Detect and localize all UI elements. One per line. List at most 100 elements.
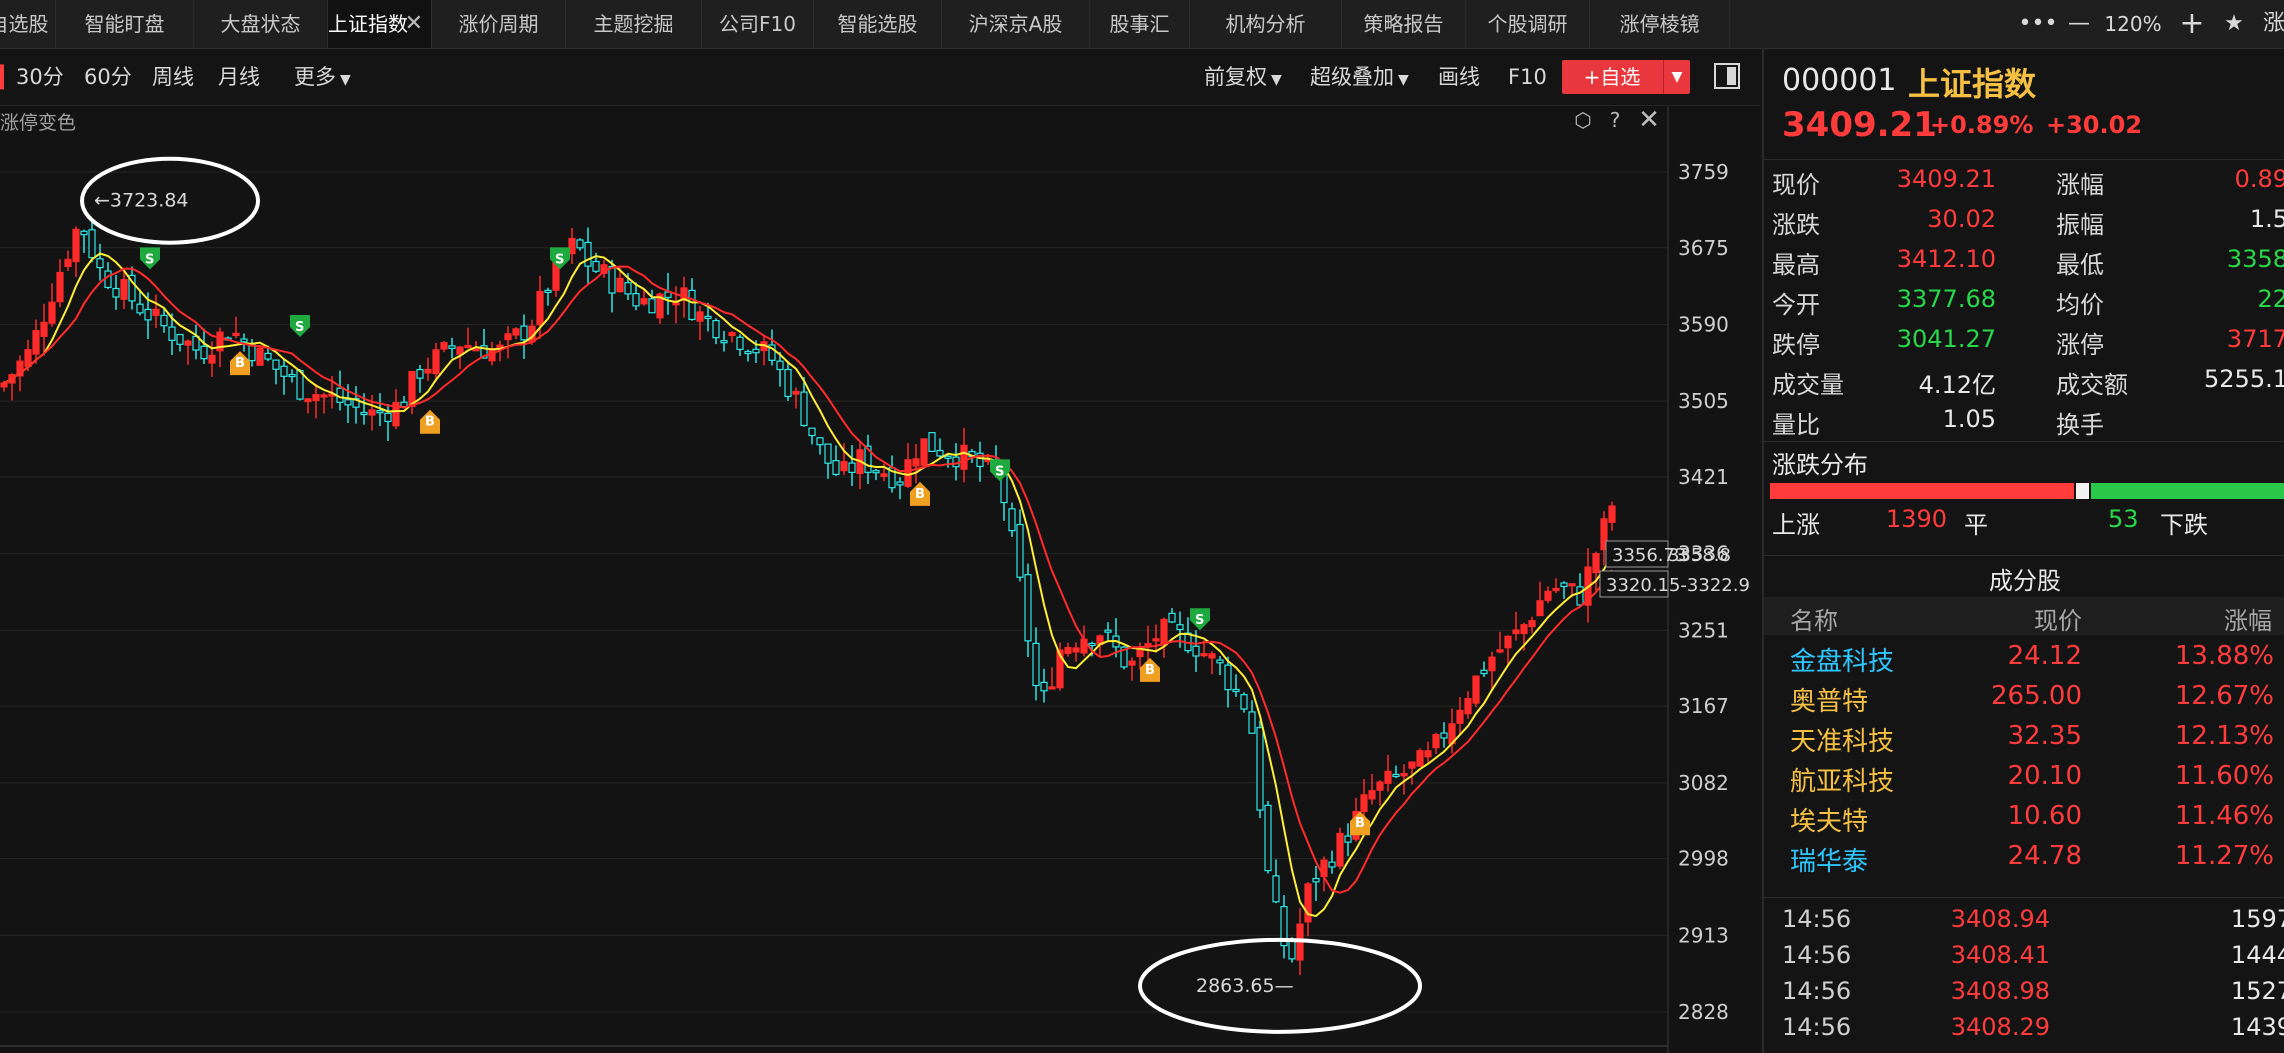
- y-tick-label: 3082: [1678, 771, 1729, 795]
- tab-13[interactable]: 涨停棱镜: [1590, 0, 1730, 48]
- trade-price: 3408.98: [1950, 977, 2050, 1005]
- candle-body: [880, 473, 888, 478]
- zoom-in-icon[interactable]: +: [2172, 0, 2212, 48]
- quote-row: 跌停 3041.27 涨停 3717: [1764, 325, 2284, 365]
- sell-signal-icon[interactable]: S: [140, 247, 160, 270]
- help-icon[interactable]: ?: [1602, 108, 1628, 134]
- tab-4[interactable]: 涨价周期: [432, 0, 566, 48]
- period-60min-button[interactable]: 60分: [84, 49, 132, 105]
- tab-label: 智能选股: [837, 12, 918, 36]
- tab-0[interactable]: 自选股: [0, 0, 56, 48]
- tab-bar: 自选股 智能盯盘 大盘状态 上证指数✕ 涨价周期 主题挖掘 公司F10 智能选股 沪深京A股 股事…: [0, 0, 2284, 49]
- candle-body: [872, 470, 880, 474]
- candle-body: [424, 368, 432, 374]
- buy-signal-icon[interactable]: B: [230, 351, 250, 376]
- settings-icon[interactable]: ⬡: [1570, 108, 1596, 134]
- add-favorite-button[interactable]: +自选 ▼: [1562, 60, 1690, 94]
- component-name: 航亚科技: [1790, 767, 1895, 797]
- candle-body: [304, 398, 312, 403]
- kline-chart-svg[interactable]: 3759367535903505342133363251316730822998…: [0, 106, 1760, 1053]
- tab-close-icon[interactable]: ✕: [405, 0, 423, 48]
- candle-body: [1248, 711, 1256, 734]
- tab-12[interactable]: 个股调研: [1466, 0, 1590, 48]
- component-row[interactable]: 埃夫特 10.60 11.46%: [1764, 801, 2284, 841]
- buy-signal-icon[interactable]: B: [420, 409, 440, 434]
- more-tab-icon[interactable]: 涨: [2254, 0, 2284, 48]
- trade-time: 14:56: [1782, 941, 1852, 969]
- quote-l1: 涨跌: [1772, 211, 1820, 239]
- candle-body: [200, 345, 208, 360]
- adjust-label: 前复权: [1204, 65, 1267, 89]
- period-weekly-button[interactable]: 周线: [152, 49, 194, 105]
- more-icon[interactable]: •••: [2018, 0, 2058, 48]
- minimize-icon[interactable]: —: [2062, 0, 2096, 48]
- sell-signal-icon[interactable]: S: [1190, 608, 1210, 631]
- close-icon[interactable]: ✕: [1636, 107, 1662, 134]
- quote-v1: 1.05: [1942, 405, 1996, 433]
- candle-body: [360, 411, 368, 416]
- candle-body: [1008, 508, 1016, 532]
- component-row[interactable]: 天准科技 32.35 12.13%: [1764, 721, 2284, 761]
- quote-row: 最高 3412.10 最低 3358: [1764, 245, 2284, 285]
- buy-signal-icon[interactable]: B: [910, 481, 930, 506]
- tab-6[interactable]: 公司F10: [702, 0, 814, 48]
- candle-body: [1528, 620, 1536, 628]
- kline-chart[interactable]: 3759 3675 3590 3505 3421 3336 3251 3167 3082 2998…: [0, 106, 1760, 1053]
- components-header: 名称 现价 涨幅: [1764, 597, 2284, 635]
- f10-button[interactable]: F10: [1508, 49, 1547, 105]
- distribution-down-fill: [2091, 483, 2284, 499]
- candle-body: [1288, 939, 1296, 960]
- candle-body: [1072, 647, 1080, 653]
- draw-line-button[interactable]: 画线: [1438, 49, 1480, 105]
- period-30min-button[interactable]: 30分: [16, 49, 64, 105]
- overlay-dropdown[interactable]: 超级叠加 ▼: [1310, 49, 1409, 105]
- period-marker-icon: ▎: [0, 65, 17, 89]
- tab-7[interactable]: 智能选股: [814, 0, 942, 48]
- tab-2[interactable]: 大盘状态: [194, 0, 328, 48]
- candle-body: [920, 438, 928, 466]
- candle-body: [728, 332, 736, 336]
- quote-l2: 换手: [2056, 411, 2104, 439]
- component-row[interactable]: 航亚科技 20.10 11.60%: [1764, 761, 2284, 801]
- trade-row: 14:56 3408.65 147: [1764, 1049, 2284, 1053]
- candle-body: [1608, 505, 1616, 523]
- candle-body: [824, 443, 832, 464]
- adjust-dropdown[interactable]: 前复权 ▼: [1204, 49, 1282, 105]
- candle-body: [1176, 624, 1184, 631]
- component-row[interactable]: 瑞华泰 24.78 11.27%: [1764, 841, 2284, 881]
- candle-body: [168, 326, 176, 341]
- header-price: 现价: [2034, 607, 2082, 635]
- caret-down-icon[interactable]: ▼: [1663, 60, 1690, 94]
- candle-body: [520, 325, 528, 341]
- tab-5[interactable]: 主题挖掘: [566, 0, 702, 48]
- candle-body: [672, 302, 680, 306]
- candle-body: [808, 427, 816, 437]
- tab-1[interactable]: 智能盯盘: [56, 0, 194, 48]
- component-row[interactable]: 奥普特 265.00 12.67%: [1764, 681, 2284, 721]
- tab-11[interactable]: 策略报告: [1342, 0, 1466, 48]
- tab-3[interactable]: 上证指数 ✕: [328, 0, 432, 48]
- tab-label: 主题挖掘: [593, 12, 674, 36]
- tab-9[interactable]: 股事汇: [1090, 0, 1190, 48]
- divider: [1764, 159, 2284, 160]
- period-monthly-button[interactable]: 月线: [218, 49, 260, 105]
- tab-label: 沪深京A股: [968, 12, 1063, 36]
- period-more-button[interactable]: 更多 ▼: [294, 49, 351, 105]
- y-tick-label: 3251: [1678, 618, 1729, 642]
- candle-body: [144, 308, 152, 321]
- tab-8[interactable]: 沪深京A股: [942, 0, 1090, 48]
- buy-signal-icon[interactable]: B: [1140, 657, 1160, 682]
- header-name: 名称: [1790, 607, 1838, 635]
- candle-body: [640, 298, 648, 305]
- component-row[interactable]: 金盘科技 24.12 13.88%: [1764, 641, 2284, 681]
- trade-vol: 1597: [2230, 905, 2284, 933]
- star-icon[interactable]: ★: [2216, 0, 2252, 48]
- trade-price: 3408.65: [1951, 1049, 2050, 1053]
- panel-layout-icon[interactable]: [1714, 63, 1740, 89]
- sell-signal-icon[interactable]: S: [290, 314, 310, 337]
- distribution-title: 涨跌分布: [1772, 451, 1868, 479]
- quote-row: 现价 3409.21 涨幅 0.89: [1764, 165, 2284, 205]
- components-title: 成分股: [1989, 567, 2061, 595]
- y-tick-label: 2998: [1678, 847, 1729, 871]
- tab-10[interactable]: 机构分析: [1190, 0, 1342, 48]
